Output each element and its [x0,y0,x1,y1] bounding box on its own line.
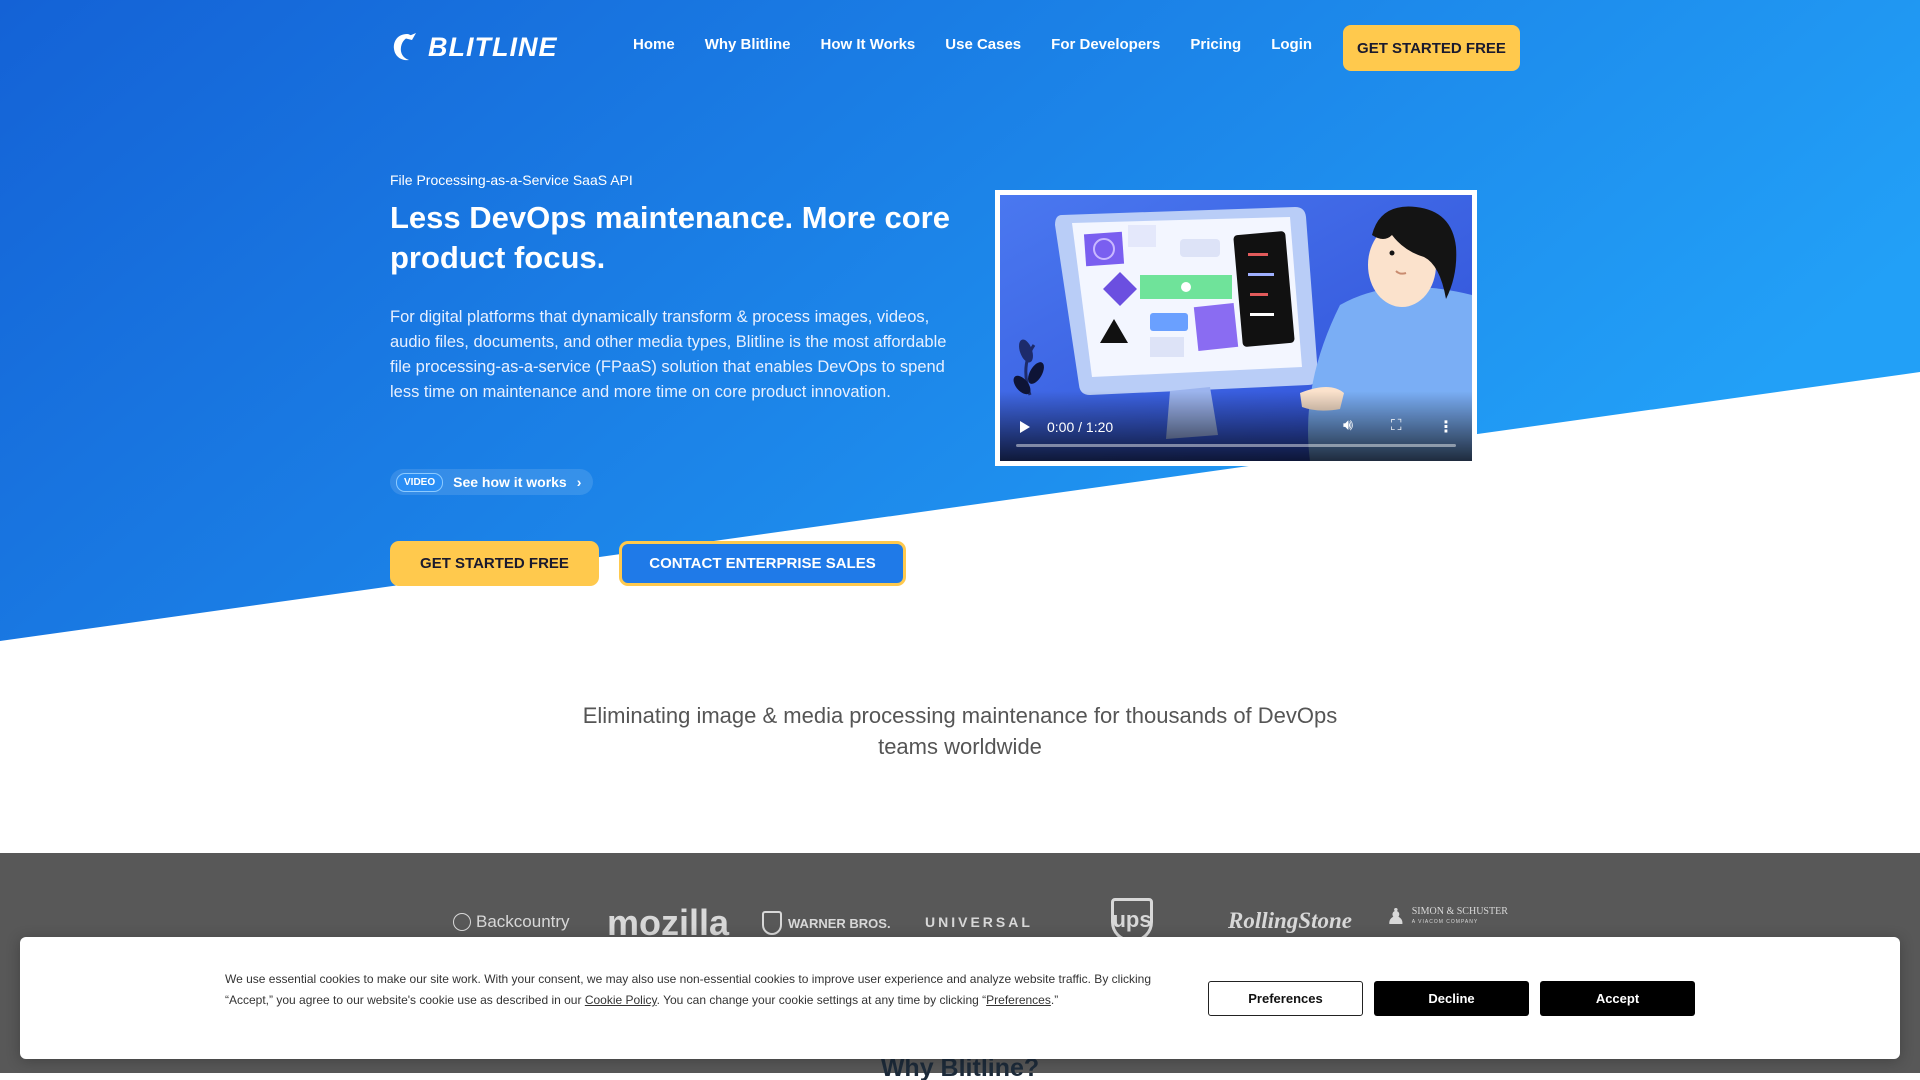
chevron-right-icon: › [576,474,582,490]
volume-icon[interactable]: 🔊︎ [1343,417,1353,435]
cookie-decline-button[interactable]: Decline [1374,981,1529,1016]
video-progress-bar[interactable] [1016,444,1456,447]
main-nav: Home Why Blitline How It Works Use Cases… [633,36,1342,53]
see-how-it-works-link[interactable]: VIDEO See how it works › [390,469,594,495]
client-logo-simon-schuster: ♟ SIMON & SCHUSTER A VIACOM COMPANY [1386,904,1508,930]
video-poster[interactable]: 0:00 / 1:20 🔊︎ ⛶ ⋮ [1000,195,1472,461]
cookie-accept-button[interactable]: Accept [1540,981,1695,1016]
nav-home[interactable]: Home [633,36,675,53]
nav-how-it-works[interactable]: How It Works [821,36,916,53]
cookie-preferences-link[interactable]: Preferences [986,993,1051,1007]
cookie-banner: We use essential cookies to make our sit… [20,937,1900,1059]
sower-icon: ♟ [1386,904,1406,929]
cookie-preferences-button[interactable]: Preferences [1208,981,1363,1016]
logo-text: BLITLINE [428,31,558,62]
cookie-text-part-3: .” [1050,993,1059,1007]
video-link-label: See how it works [453,474,567,490]
client-logo-backcountry: Backcountry [453,912,570,932]
video-controls: 0:00 / 1:20 🔊︎ ⛶ ⋮ [1000,391,1472,461]
cookie-text-part-2: . You can change your cookie settings at… [656,993,987,1007]
fullscreen-icon[interactable]: ⛶ [1391,417,1402,434]
hero-description: For digital platforms that dynamically t… [390,308,947,401]
header-get-started-button[interactable]: GET STARTED FREE [1343,25,1520,71]
hero-eyebrow: File Processing-as-a-Service SaaS API [390,172,633,188]
client-logo-warner-bros: WARNER BROS. [762,911,891,935]
client-logo-universal: UNIVERSAL [925,914,1033,930]
tagline: Eliminating image & media processing mai… [582,703,1338,759]
client-logo-rolling-stone: RollingStone [1228,908,1352,933]
client-logo-backcountry-label: Backcountry [476,912,570,931]
simon-schuster-wordmark: SIMON & SCHUSTER A VIACOM COMPANY [1412,907,1508,927]
client-logo-ups-label: ups [1112,907,1152,932]
video-time: 0:00 / 1:20 [1047,419,1114,435]
nav-login[interactable]: Login [1271,36,1312,53]
video-player[interactable]: 0:00 / 1:20 🔊︎ ⛶ ⋮ [995,190,1477,466]
hero-background [0,0,1920,641]
client-logo-simon-schuster-label: SIMON & SCHUSTER [1411,906,1508,917]
nav-why-blitline[interactable]: Why Blitline [705,36,791,53]
hero-headline: Less DevOps maintenance. More core produ… [390,200,950,275]
cookie-text: We use essential cookies to make our sit… [225,969,1200,1011]
nav-pricing[interactable]: Pricing [1190,36,1241,53]
play-icon[interactable] [1020,421,1030,433]
contact-enterprise-sales-button[interactable]: CONTACT ENTERPRISE SALES [619,541,906,586]
logo-mark-icon [393,33,416,61]
backcountry-mark-icon [453,913,471,931]
client-logo-warner-bros-label: WARNER BROS. [788,915,891,931]
blitline-logo[interactable]: BLITLINE [390,30,558,64]
more-options-icon[interactable]: ⋮ [1438,417,1454,437]
client-logo-simon-schuster-subtext: A VIACOM COMPANY [1411,919,1479,925]
nav-for-developers[interactable]: For Developers [1051,36,1160,53]
video-badge: VIDEO [396,472,444,492]
cookie-policy-link[interactable]: Cookie Policy [585,993,657,1007]
get-started-free-button[interactable]: GET STARTED FREE [390,541,599,586]
client-logo-ups: ups [1111,898,1153,942]
wb-shield-icon [762,911,782,935]
nav-use-cases[interactable]: Use Cases [945,36,1021,53]
